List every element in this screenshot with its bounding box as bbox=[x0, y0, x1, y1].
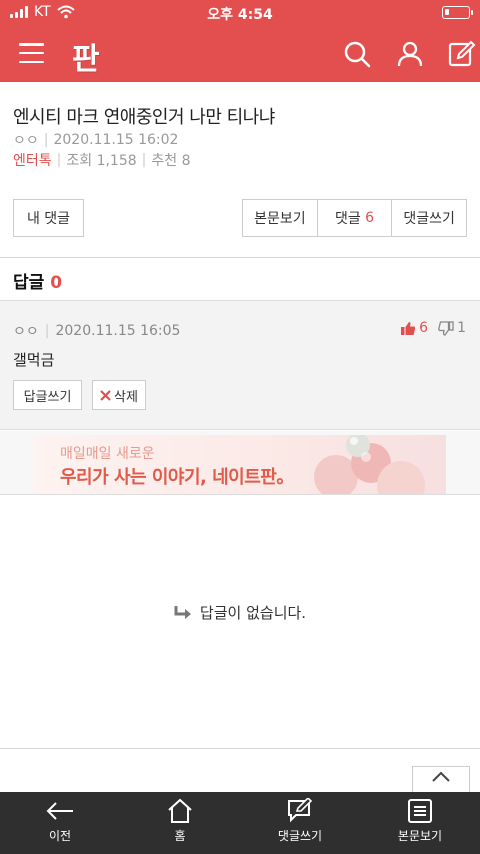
nav-home[interactable]: 홈 bbox=[120, 792, 240, 854]
my-comments-button[interactable]: 내 댓글 bbox=[13, 199, 84, 237]
view-article-button[interactable]: 본문보기 bbox=[243, 200, 318, 236]
battery-icon bbox=[442, 6, 473, 19]
nav-write-comment[interactable]: 댓글쓰기 bbox=[240, 792, 360, 854]
replies-header: 답글 0 bbox=[13, 268, 62, 293]
divider bbox=[0, 257, 480, 258]
dislike-button[interactable]: 1 bbox=[438, 320, 466, 336]
balloons-image bbox=[314, 435, 425, 494]
nav-back[interactable]: 이전 bbox=[0, 792, 120, 854]
ad-banner[interactable]: 매일매일 새로운 우리가 사는 이야기, 네이트판。 bbox=[0, 431, 480, 495]
close-icon bbox=[100, 389, 111, 401]
menu-icon[interactable] bbox=[19, 43, 44, 63]
nav-view-article[interactable]: 본문보기 bbox=[360, 792, 480, 854]
article-author: ㅇㅇ bbox=[13, 133, 39, 149]
divider bbox=[0, 748, 480, 749]
nav-back-label: 이전 bbox=[48, 829, 72, 843]
article-recommends: 추천 8 bbox=[151, 153, 191, 169]
chevron-up-icon bbox=[432, 771, 450, 782]
nav-home-label: 홈 bbox=[174, 829, 186, 843]
article-title: 엔시티 마크 연애중인거 나만 티나냐 bbox=[13, 107, 275, 128]
comment-votes: 6 1 bbox=[400, 320, 466, 336]
dislike-count: 1 bbox=[457, 320, 466, 336]
status-bar: KT 오후 4:54 bbox=[0, 0, 480, 26]
comment-write-icon bbox=[288, 798, 313, 823]
banner-title: 우리가 사는 이야기, 네이트판。 bbox=[60, 467, 294, 488]
comment-item: ㅇㅇ | 2020.11.15 16:05 6 1 갤먹금 답글쓰기 삭제 bbox=[0, 300, 480, 430]
comments-label: 댓글 bbox=[334, 211, 361, 227]
replies-count: 0 bbox=[50, 273, 63, 293]
comments-button[interactable]: 댓글 6 bbox=[318, 200, 393, 236]
delete-button[interactable]: 삭제 bbox=[92, 380, 146, 410]
article-meta: ㅇㅇ | 2020.11.15 16:02 bbox=[13, 132, 179, 149]
empty-replies: 답글이 없습니다. bbox=[0, 602, 480, 623]
thumbs-up-icon bbox=[401, 321, 416, 335]
write-icon[interactable] bbox=[448, 40, 476, 68]
like-button[interactable]: 6 bbox=[400, 320, 428, 336]
delete-label: 삭제 bbox=[114, 389, 138, 405]
banner-subtitle: 매일매일 새로운 bbox=[60, 446, 155, 462]
replies-label: 답글 bbox=[13, 273, 45, 293]
comment-meta: ㅇㅇ | 2020.11.15 16:05 bbox=[13, 323, 181, 340]
comment-date: 2020.11.15 16:05 bbox=[55, 323, 181, 339]
comment-text: 갤먹금 bbox=[13, 351, 55, 369]
battery-fill bbox=[445, 9, 450, 15]
article-stats: 엔터톡 | 조회 1,158 | 추천 8 bbox=[13, 150, 191, 170]
user-icon[interactable] bbox=[396, 40, 424, 68]
scroll-top-button[interactable] bbox=[412, 766, 470, 794]
app-header: 판 bbox=[0, 26, 480, 82]
like-count: 6 bbox=[419, 320, 429, 336]
nav-view-article-label: 본문보기 bbox=[397, 829, 443, 843]
document-icon bbox=[408, 799, 432, 823]
comments-count: 6 bbox=[365, 210, 375, 226]
arrow-left-icon bbox=[46, 802, 73, 820]
article-date: 2020.11.15 16:02 bbox=[53, 132, 179, 148]
logo[interactable]: 판 bbox=[72, 34, 100, 78]
write-comment-button[interactable]: 댓글쓰기 bbox=[392, 200, 466, 236]
status-time: 오후 4:54 bbox=[207, 7, 273, 23]
home-icon bbox=[168, 798, 192, 823]
banner-content: 매일매일 새로운 우리가 사는 이야기, 네이트판。 bbox=[34, 435, 446, 494]
empty-message: 답글이 없습니다. bbox=[199, 604, 307, 622]
reply-arrow-icon bbox=[174, 605, 191, 619]
article-category[interactable]: 엔터톡 bbox=[13, 150, 52, 170]
reply-write-button[interactable]: 답글쓰기 bbox=[13, 380, 82, 410]
nav-write-comment-label: 댓글쓰기 bbox=[277, 829, 323, 843]
article-button-group: 본문보기 댓글 6 댓글쓰기 bbox=[242, 199, 467, 237]
comment-author: ㅇㅇ bbox=[13, 324, 39, 340]
thumbs-down-icon bbox=[438, 320, 454, 336]
search-icon[interactable] bbox=[343, 40, 371, 68]
bottom-nav: 이전 홈 댓글쓰기 본문보기 bbox=[0, 792, 480, 854]
article-views: 조회 1,158 bbox=[66, 153, 137, 169]
